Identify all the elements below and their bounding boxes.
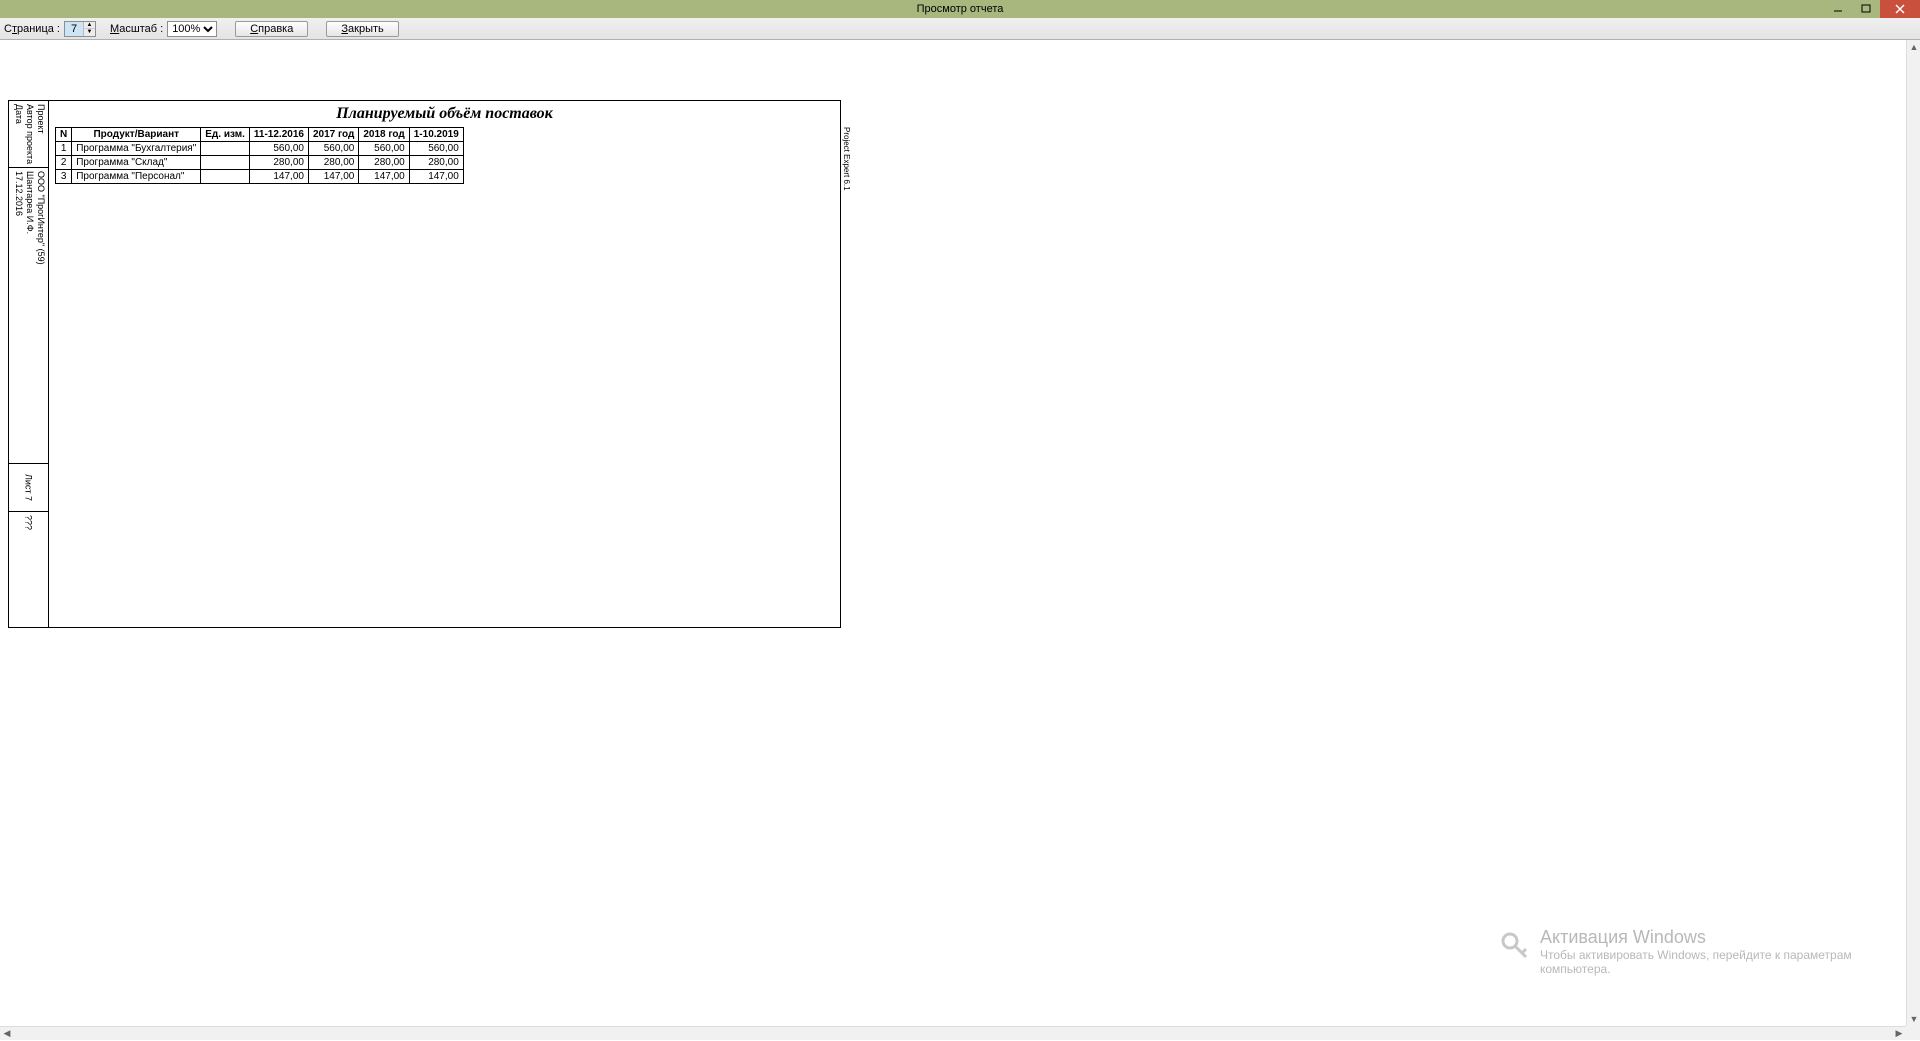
- sidebar-sheet: Лист 7: [9, 464, 48, 512]
- scroll-left-icon[interactable]: ◀: [0, 1027, 14, 1041]
- page-label: Страница :: [4, 23, 60, 35]
- cell-product: Программа "Персонал": [72, 170, 201, 184]
- cell-n: 2: [56, 156, 72, 170]
- zoom-select[interactable]: 100%: [167, 21, 217, 37]
- key-icon: [1500, 931, 1530, 966]
- close-report-button[interactable]: Закрыть: [326, 21, 398, 37]
- cell-product: Программа "Бухгалтерия": [72, 142, 201, 156]
- table-row: 3Программа "Персонал"147,00147,00147,001…: [56, 170, 464, 184]
- page-spinner[interactable]: ▲ ▼: [64, 21, 96, 37]
- windows-activation-watermark: Активация Windows Чтобы активировать Win…: [1500, 927, 1860, 976]
- sidebar-block-values: 17.12.2016 Шантареа И.Ф. ООО "ПрогИнтер"…: [9, 168, 48, 464]
- cell-value: 147,00: [409, 170, 463, 184]
- title-bar: Просмотр отчета: [0, 0, 1920, 18]
- toolbar: Страница : ▲ ▼ Масштаб : 100% Справка За…: [0, 18, 1920, 40]
- cell-value: 147,00: [249, 170, 308, 184]
- cell-value: 280,00: [308, 156, 358, 170]
- cell-value: 147,00: [359, 170, 409, 184]
- cell-n: 1: [56, 142, 72, 156]
- report-page: Дата Автор проекта Проект 17.12.2016 Шан…: [8, 100, 841, 628]
- report-main: Планируемый объём поставок N Продукт/Вар…: [49, 101, 840, 627]
- table-row: 1Программа "Бухгалтерия"560,00560,00560,…: [56, 142, 464, 156]
- help-button[interactable]: Справка: [235, 21, 308, 37]
- watermark-text: Активация Windows Чтобы активировать Win…: [1540, 927, 1860, 976]
- cell-value: 147,00: [308, 170, 358, 184]
- page-spin-down[interactable]: ▼: [84, 29, 95, 36]
- cell-value: 560,00: [308, 142, 358, 156]
- cell-value: 280,00: [409, 156, 463, 170]
- report-title: Планируемый объём поставок: [55, 105, 834, 123]
- scroll-down-icon[interactable]: ▼: [1907, 1012, 1920, 1026]
- cell-product: Программа "Склад": [72, 156, 201, 170]
- cell-value: 280,00: [249, 156, 308, 170]
- report-right-label: Project Expert 6.1: [842, 127, 851, 191]
- table-header-row: N Продукт/Вариант Ед. изм. 11-12.2016 20…: [56, 128, 464, 142]
- scroll-up-icon[interactable]: ▲: [1907, 40, 1920, 54]
- page-spin-buttons[interactable]: ▲ ▼: [83, 22, 95, 36]
- zoom-label: Масштаб :: [110, 23, 163, 35]
- page-spin-up[interactable]: ▲: [84, 22, 95, 29]
- cell-unit: [201, 156, 250, 170]
- cell-value: 280,00: [359, 156, 409, 170]
- report-table: N Продукт/Вариант Ед. изм. 11-12.2016 20…: [55, 127, 464, 184]
- cell-value: 560,00: [249, 142, 308, 156]
- sidebar-block-labels: Дата Автор проекта Проект: [9, 101, 48, 168]
- content-area: Дата Автор проекта Проект 17.12.2016 Шан…: [0, 40, 1920, 1026]
- page-input[interactable]: [65, 22, 83, 36]
- report-sidebar: Дата Автор проекта Проект 17.12.2016 Шан…: [9, 101, 49, 627]
- scroll-right-icon[interactable]: ▶: [1892, 1027, 1906, 1041]
- cell-value: 560,00: [409, 142, 463, 156]
- maximize-button[interactable]: [1852, 0, 1880, 18]
- window-controls: [1824, 0, 1920, 18]
- cell-unit: [201, 142, 250, 156]
- cell-value: 560,00: [359, 142, 409, 156]
- cell-unit: [201, 170, 250, 184]
- cell-n: 3: [56, 170, 72, 184]
- window-title: Просмотр отчета: [917, 3, 1004, 15]
- scroll-corner: [1906, 1026, 1920, 1040]
- sidebar-qqq: ???: [9, 512, 48, 627]
- vertical-scrollbar[interactable]: ▲ ▼: [1906, 40, 1920, 1026]
- close-button[interactable]: [1880, 0, 1920, 18]
- horizontal-scrollbar[interactable]: ◀ ▶: [0, 1026, 1906, 1040]
- minimize-button[interactable]: [1824, 0, 1852, 18]
- table-row: 2Программа "Склад"280,00280,00280,00280,…: [56, 156, 464, 170]
